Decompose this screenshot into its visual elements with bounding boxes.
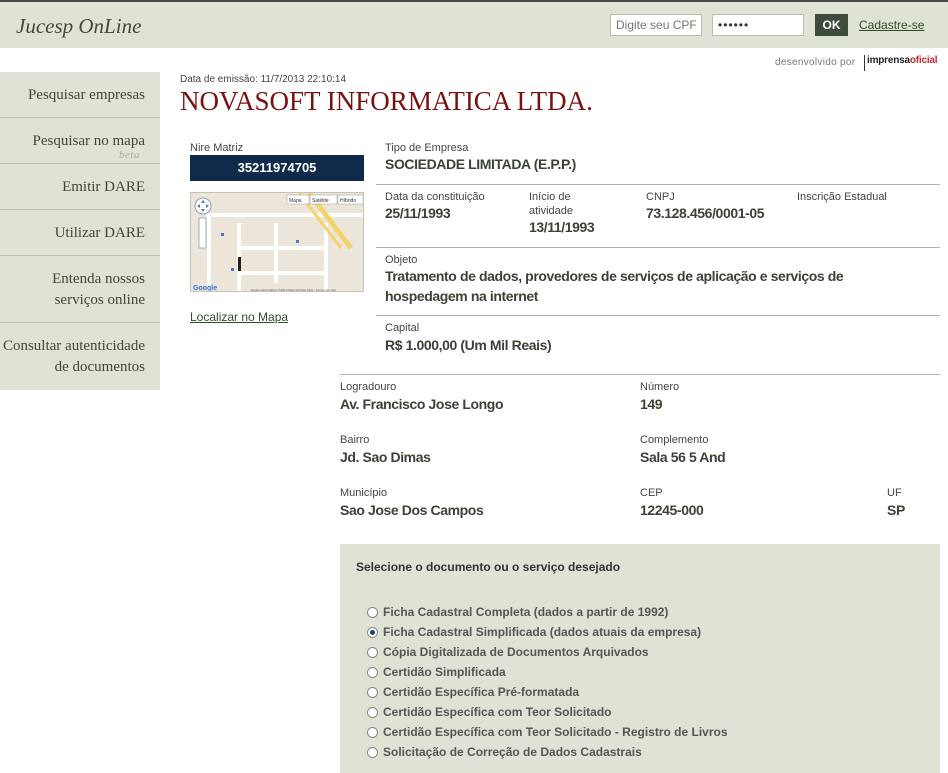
radio-button[interactable]	[367, 687, 378, 698]
object-line-2: hospedagem na internet	[385, 288, 539, 304]
divider	[340, 374, 940, 375]
nire-label: Nire Matriz	[190, 142, 244, 154]
services-panel: Selecione o documento ou o serviço desej…	[340, 544, 940, 773]
password-input[interactable]	[712, 14, 804, 36]
divider	[376, 184, 940, 185]
map-btn-map[interactable]: Mapa	[289, 198, 302, 204]
city-value: Sao Jose Dos Campos	[340, 502, 484, 518]
nire-number: 35211974705	[190, 155, 364, 181]
map-btn-satellite[interactable]: Satélite	[312, 198, 329, 204]
radio-button-selected[interactable]	[367, 627, 378, 638]
option-label: Certidão Específica com Teor Solicitado …	[383, 725, 728, 739]
sidebar-item-understand-services[interactable]: Entenda nossos serviços online	[0, 256, 160, 323]
state-registration-label: Inscrição Estadual	[797, 191, 887, 203]
sidebar-item-search-map[interactable]: Pesquisar no mapa beta	[0, 118, 160, 164]
option-label: Ficha Cadastral Completa (dados a partir…	[383, 605, 669, 619]
sidebar-item-emit-dare[interactable]: Emitir DARE	[0, 164, 160, 210]
developed-by-text: desenvolvido por	[775, 57, 856, 68]
sidebar-item-label: Pesquisar empresas	[27, 87, 145, 103]
sidebar-item-label-line1: Entenda nossos	[52, 271, 145, 287]
constitution-date: 25/11/1993	[385, 205, 451, 221]
divider	[376, 247, 940, 248]
radio-button[interactable]	[367, 607, 378, 618]
district-label: Bairro	[340, 434, 370, 446]
complement-label: Complemento	[640, 434, 709, 446]
sidebar-item-verify-documents[interactable]: Consultar autenticidade de documentos	[0, 323, 160, 390]
object-label: Objeto	[385, 254, 418, 266]
location-map[interactable]: Mapa Satélite Híbrido Google Dados carto…	[190, 192, 364, 292]
number-label: Número	[640, 381, 680, 393]
radio-button[interactable]	[367, 667, 378, 678]
login-ok-button[interactable]: OK	[815, 14, 848, 36]
emission-date: Data de emissão: 11/7/2013 22:10:14	[180, 74, 347, 85]
company-type-label: Tipo de Empresa	[385, 142, 469, 154]
services-title: Selecione o documento ou o serviço desej…	[356, 560, 621, 574]
divider	[376, 315, 940, 316]
sidebar-item-label-line2: de documentos	[54, 359, 145, 375]
city-label: Município	[340, 487, 388, 499]
option-label: Certidão Específica Pré-formatada	[383, 685, 580, 699]
signup-link[interactable]: Cadastre-se	[859, 18, 924, 32]
activity-start-label-1: Início de	[529, 191, 571, 203]
google-logo: Google	[193, 285, 217, 292]
radio-button[interactable]	[367, 747, 378, 758]
cnpj-label: CNPJ	[646, 191, 675, 203]
sidebar-item-label-line1: Consultar autenticidade	[2, 338, 145, 354]
capital-label: Capital	[385, 322, 420, 334]
activity-start-label-2: atividade	[529, 205, 574, 217]
cpf-input[interactable]	[610, 14, 702, 36]
brand-part-b: oficial	[909, 55, 938, 66]
option-label: Certidão Específica com Teor Solicitado	[383, 705, 612, 719]
company-name: NOVASOFT INFORMATICA LTDA.	[180, 86, 593, 116]
sidebar-item-label-line2: serviços online	[54, 292, 145, 308]
street-label: Logradouro	[340, 381, 397, 393]
sidebar-item-search-companies[interactable]: Pesquisar empresas	[0, 72, 160, 118]
company-type: SOCIEDADE LIMITADA (E.P.P.)	[385, 156, 576, 172]
site-logo[interactable]: Jucesp OnLine	[16, 14, 141, 39]
cnpj-value: 73.128.456/0001-05	[646, 205, 765, 221]
map-btn-hybrid[interactable]: Híbrido	[340, 198, 356, 204]
state-label: UF	[887, 487, 902, 499]
option-label: Certidão Simplificada	[383, 665, 506, 679]
sidebar-item-use-dare[interactable]: Utilizar DARE	[0, 210, 160, 256]
capital-value: R$ 1.000,00 (Um Mil Reais)	[385, 337, 552, 353]
map-footer: Dados cartográficos ©2013 MapLink/Tele A…	[251, 288, 336, 292]
imprensa-oficial-logo[interactable]: imprensaoficial	[864, 55, 938, 71]
option-label: Cópia Digitalizada de Documentos Arquiva…	[383, 645, 649, 659]
map-graphic: Mapa Satélite Híbrido Google Dados carto…	[191, 193, 363, 292]
beta-badge: beta	[119, 149, 140, 161]
radio-button[interactable]	[367, 707, 378, 718]
sidebar-item-label: Emitir DARE	[62, 179, 145, 195]
zip-value: 12245-000	[640, 502, 704, 518]
radio-button[interactable]	[367, 727, 378, 738]
street-value: Av. Francisco Jose Longo	[340, 396, 504, 412]
brand-part-a: imprensa	[867, 55, 910, 66]
constitution-date-label: Data da constituição	[385, 191, 485, 203]
option-label: Ficha Cadastral Simplificada (dados atua…	[383, 625, 702, 639]
state-value: SP	[887, 502, 905, 518]
locate-on-map-link[interactable]: Localizar no Mapa	[190, 310, 288, 324]
option-label: Solicitação de Correção de Dados Cadastr…	[383, 745, 642, 759]
object-line-1: Tratamento de dados, provedores de servi…	[385, 268, 844, 284]
number-value: 149	[640, 396, 663, 412]
sidebar-item-label: Utilizar DARE	[54, 225, 145, 241]
zip-label: CEP	[640, 487, 663, 499]
activity-start-date: 13/11/1993	[529, 219, 595, 235]
district-value: Jd. Sao Dimas	[340, 449, 431, 465]
sidebar: Pesquisar empresas Pesquisar no mapa bet…	[0, 72, 160, 390]
top-bar: Jucesp OnLine OK Cadastre-se	[0, 0, 948, 48]
complement-value: Sala 56 5 And	[640, 449, 726, 465]
radio-button[interactable]	[367, 647, 378, 658]
